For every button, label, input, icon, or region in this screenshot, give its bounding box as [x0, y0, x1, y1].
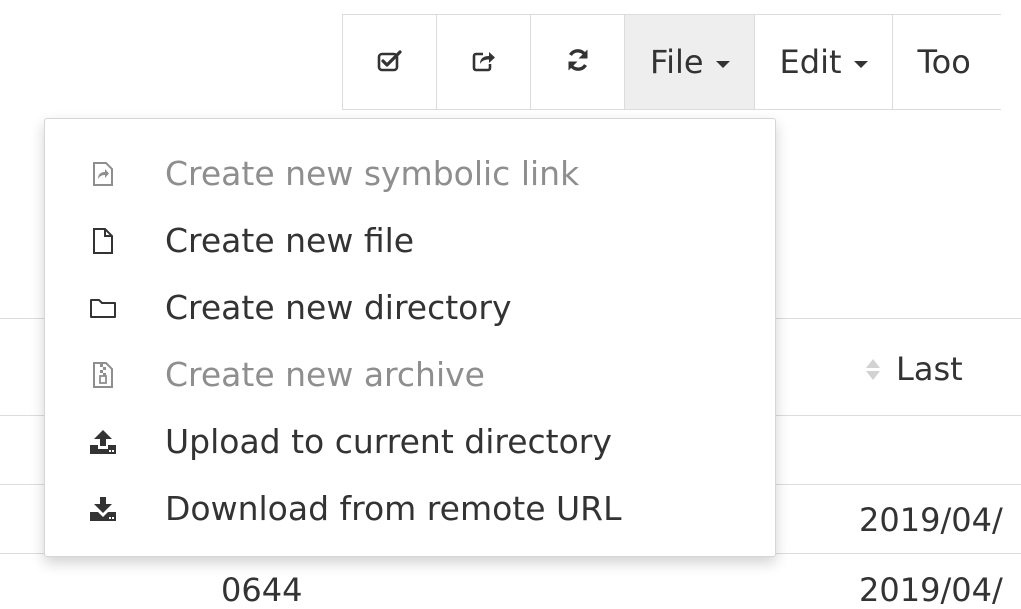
menu-item-create-directory[interactable]: Create new directory: [45, 274, 775, 341]
menu-item-create-archive[interactable]: Create new archive: [45, 341, 775, 408]
file-icon: [87, 223, 119, 259]
menu-item-create-file[interactable]: Create new file: [45, 207, 775, 274]
menu-item-label: Upload to current directory: [165, 422, 612, 461]
table-cell-date: 2019/04/: [859, 501, 1003, 539]
upload-icon: [87, 424, 119, 460]
edit-menu-label: Edit: [779, 43, 842, 81]
symlink-icon: [87, 156, 119, 192]
menu-item-label: Download from remote URL: [165, 489, 622, 528]
file-dropdown-menu: Create new symbolic link Create new file…: [44, 118, 776, 557]
folder-icon: [87, 290, 119, 326]
file-menu-button[interactable]: File: [625, 15, 755, 109]
chevron-down-icon: [715, 60, 730, 68]
column-header-last-modified[interactable]: Last: [866, 341, 963, 397]
share-icon: [471, 43, 497, 81]
tools-menu-button[interactable]: Too: [893, 15, 1001, 109]
table-header-top-border: [776, 318, 1021, 319]
refresh-icon: [565, 43, 591, 81]
download-icon: [87, 491, 119, 527]
chevron-down-icon: [853, 60, 868, 68]
table-cell-permissions: 0644: [221, 571, 303, 609]
menu-item-label: Create new archive: [165, 355, 485, 394]
check-square-icon: [377, 43, 403, 81]
share-button[interactable]: [437, 15, 531, 109]
refresh-button[interactable]: [531, 15, 625, 109]
archive-icon: [87, 357, 119, 393]
menu-item-download-url[interactable]: Download from remote URL: [45, 475, 775, 542]
tools-menu-label: Too: [917, 43, 971, 81]
sort-icon: [866, 358, 880, 380]
select-all-button[interactable]: [343, 15, 437, 109]
file-menu-label: File: [650, 43, 704, 81]
column-header-label: Last: [896, 350, 963, 388]
menu-item-upload[interactable]: Upload to current directory: [45, 408, 775, 475]
menu-item-label: Create new file: [165, 221, 415, 260]
menu-item-label: Create new symbolic link: [165, 154, 580, 193]
menu-item-label: Create new directory: [165, 288, 512, 327]
file-manager-toolbar: File Edit Too: [342, 14, 1001, 110]
table-header-top-border: [0, 318, 44, 319]
table-cell-date: 2019/04/: [859, 571, 1003, 609]
menu-item-create-symlink[interactable]: Create new symbolic link: [45, 140, 775, 207]
edit-menu-button[interactable]: Edit: [755, 15, 893, 109]
